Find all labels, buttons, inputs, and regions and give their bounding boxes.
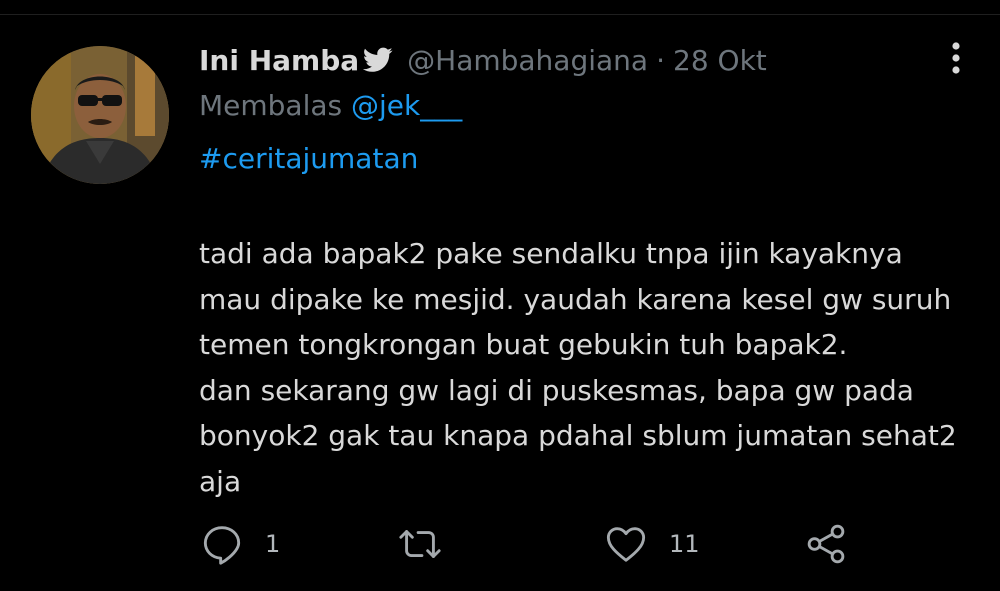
retweet-icon <box>399 530 441 558</box>
tweet-body-line: mau dipake ke mesjid. yaudah karena kese… <box>199 282 952 316</box>
reply-context: Membalas @jek___ <box>199 89 462 122</box>
tweet-body: tadi ada bapak2 pake sendalku tnpa ijin … <box>199 231 989 504</box>
retweet-button[interactable] <box>397 518 463 570</box>
share-button[interactable] <box>803 518 849 570</box>
avatar[interactable] <box>31 46 169 184</box>
tweet-body-line: bonyok2 gak tau knapa pdahal sblum jumat… <box>199 419 957 452</box>
avatar-photo <box>31 46 169 184</box>
heart-icon <box>606 527 646 562</box>
tweet-header: Ini Hamba @Hambahagiana · 28 Okt <box>199 38 767 82</box>
top-divider <box>0 14 1000 15</box>
dot-separator: · <box>656 43 665 77</box>
tweet-body-line: aja <box>199 464 242 498</box>
tweet-date[interactable]: 28 Okt <box>673 44 767 77</box>
tweet-body-line: dan sekarang gw lagi di puskesmas, bapa … <box>199 373 914 407</box>
reply-mention-link[interactable]: @jek___ <box>351 89 462 122</box>
reply-icon <box>203 526 241 565</box>
tweet-body-line: temen tongkrongan buat gebukin tuh bapak… <box>199 328 848 361</box>
reply-count: 1 <box>265 530 281 558</box>
hashtag-link[interactable]: #ceritajumatan <box>199 142 418 175</box>
like-count: 11 <box>669 530 700 558</box>
user-handle[interactable]: @Hambahagiana <box>407 44 648 77</box>
tweet-body-line: tadi ada bapak2 pake sendalku tnpa ijin … <box>199 237 903 270</box>
twitter-bird-icon <box>363 47 393 73</box>
more-vertical-icon[interactable] <box>944 40 968 76</box>
share-icon <box>807 524 845 564</box>
like-button[interactable]: 11 <box>603 518 700 570</box>
tweet-action-bar: 1 11 <box>199 518 859 570</box>
display-name[interactable]: Ini Hamba <box>199 44 359 77</box>
reply-prefix: Membalas <box>199 89 343 122</box>
reply-button[interactable]: 1 <box>199 518 280 570</box>
